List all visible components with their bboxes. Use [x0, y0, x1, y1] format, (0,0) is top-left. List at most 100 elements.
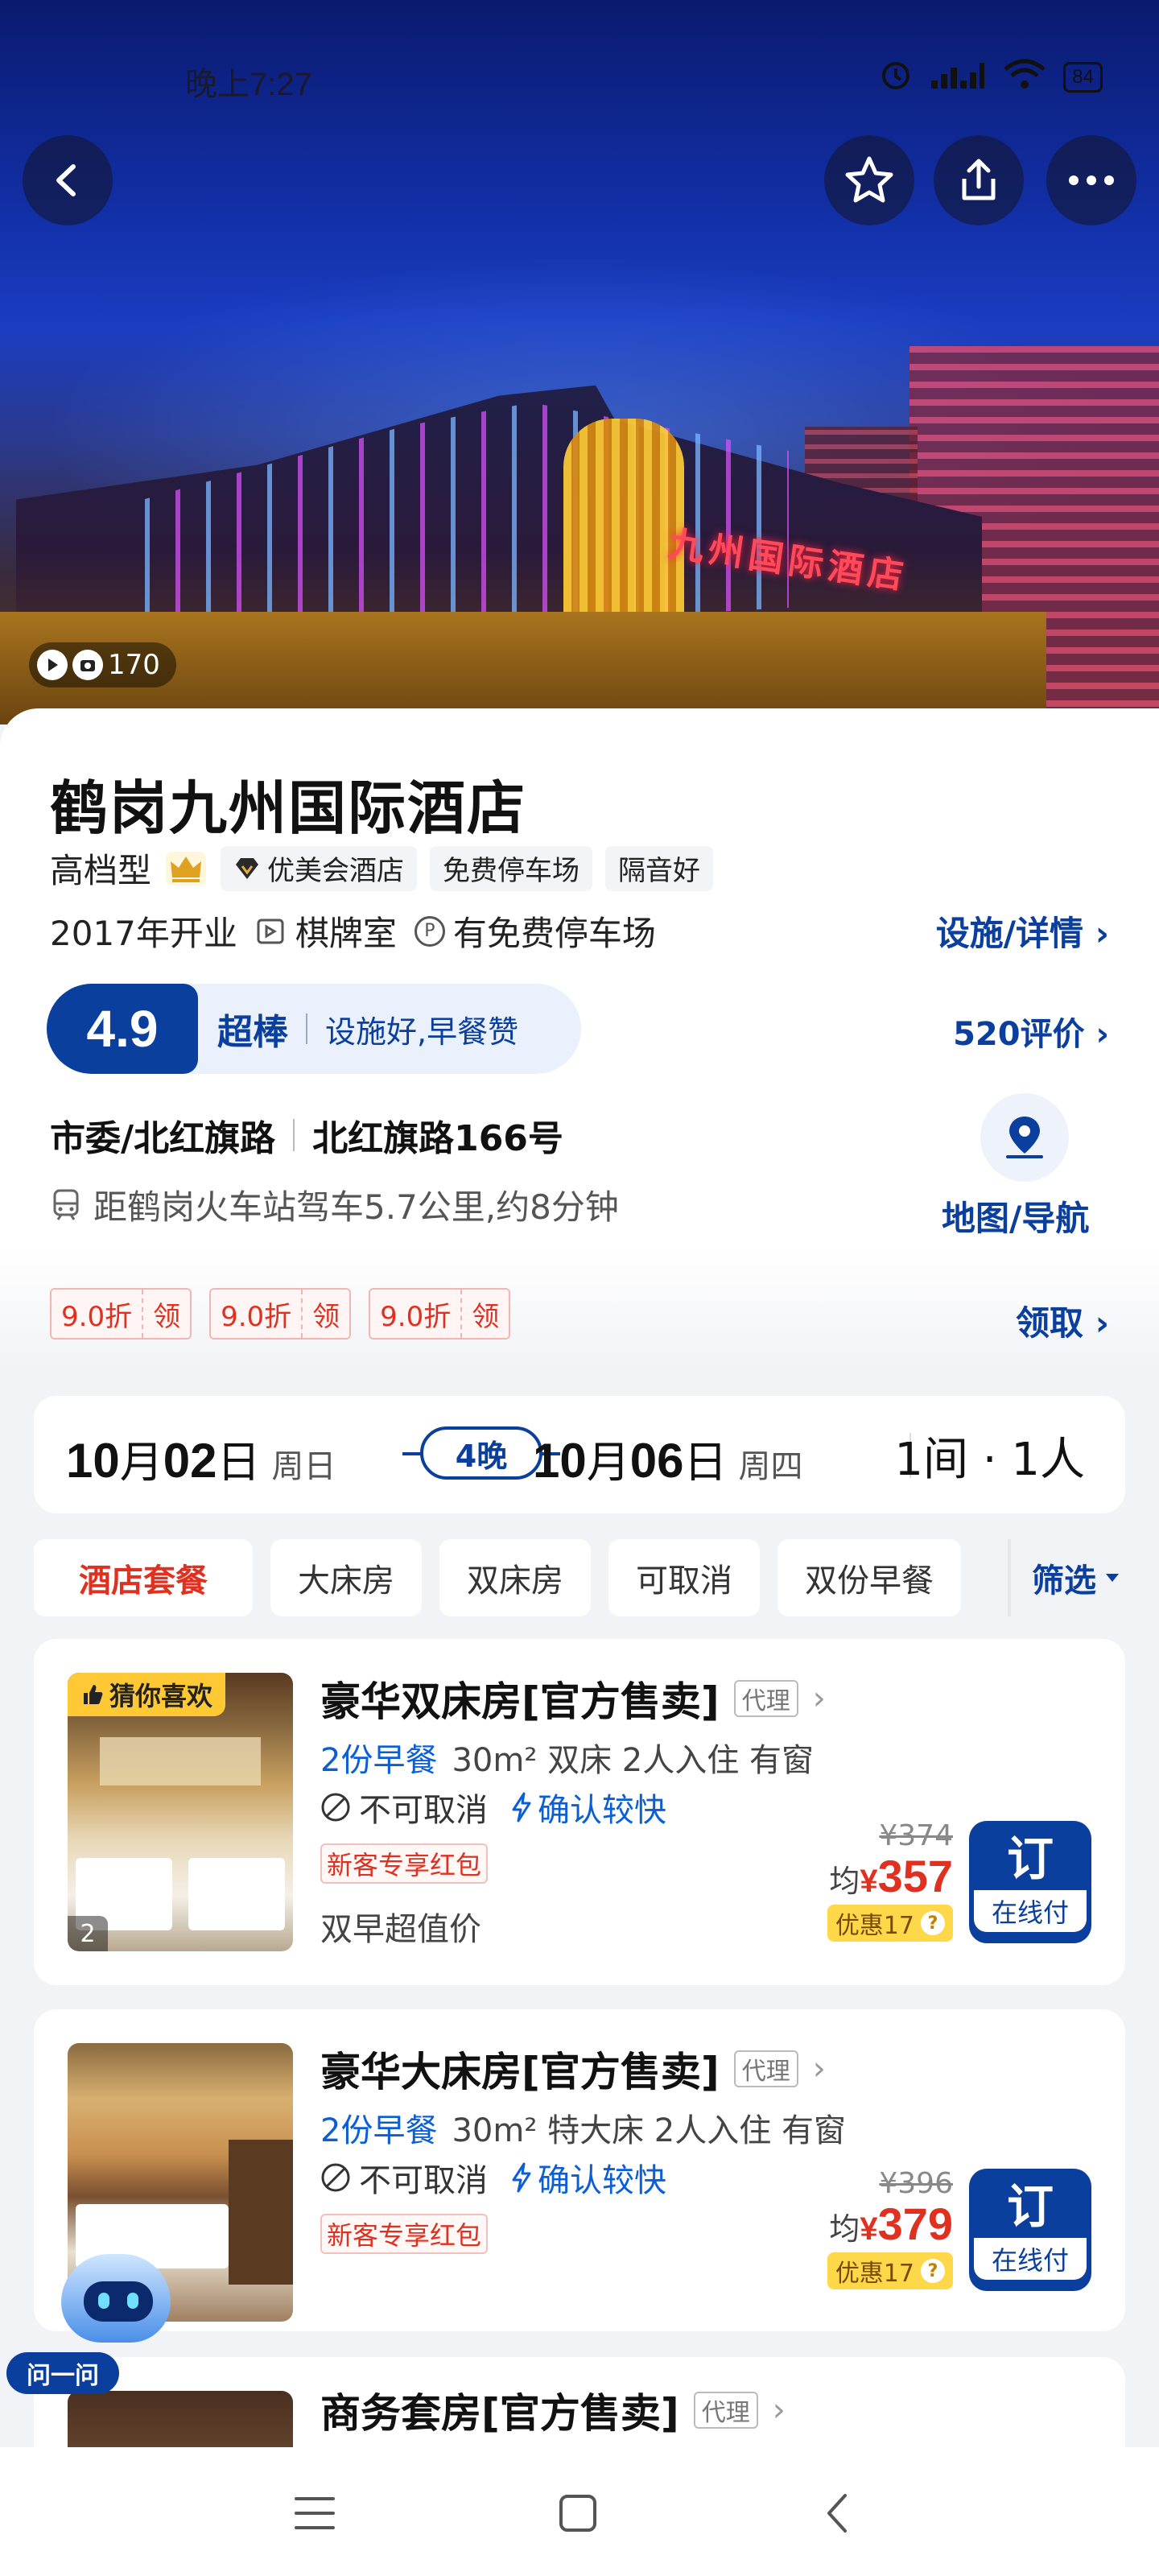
- coupon-list: 9.0折领 9.0折领 9.0折领: [50, 1288, 511, 1340]
- no-cancel-icon: [321, 2163, 350, 2192]
- robot-icon: [61, 2254, 171, 2343]
- lightning-icon: [512, 2162, 531, 2193]
- room-policy: 不可取消 确认较快: [320, 1784, 666, 1831]
- question-icon: ?: [921, 2259, 945, 2283]
- rooms-guests[interactable]: 1间 · 1人: [894, 1423, 1085, 1488]
- back-button[interactable]: [23, 135, 113, 225]
- discount-badge[interactable]: 优惠17?: [827, 2252, 953, 2289]
- original-price: ¥396: [879, 2167, 953, 2200]
- filter-chip-king[interactable]: 大床房: [270, 1539, 422, 1616]
- star-icon: [845, 156, 893, 203]
- more-dots-icon: [1069, 175, 1114, 185]
- room-photo[interactable]: 猜你喜欢 2: [68, 1673, 293, 1951]
- address-area: 市委/北红旗路: [50, 1118, 276, 1159]
- camera-icon: [72, 650, 103, 680]
- room-title[interactable]: 豪华大床房[官方售卖] 代理 ›: [320, 2040, 826, 2098]
- nights-badge: 4晚: [402, 1426, 560, 1480]
- claim-coupons-link[interactable]: 领取 ›: [1016, 1296, 1109, 1345]
- more-button[interactable]: [1046, 135, 1136, 225]
- map-navigation-link[interactable]: 地图/导航: [942, 1191, 1089, 1241]
- photo-count-badge[interactable]: 170: [29, 642, 176, 687]
- agent-tag: 代理: [733, 1680, 798, 1717]
- no-cancel-icon: [321, 1793, 350, 1822]
- current-price: 均¥379: [829, 2198, 953, 2249]
- chevron-right-icon: ›: [812, 2050, 826, 2087]
- question-icon: ?: [921, 1911, 945, 1935]
- recommend-badge: 猜你喜欢: [68, 1673, 226, 1716]
- photo-count: 2: [68, 1916, 108, 1951]
- rating-word: 超棒: [217, 1012, 288, 1053]
- dropdown-icon: [1106, 1574, 1119, 1582]
- thumbs-up-icon: [84, 1685, 103, 1704]
- filter-button[interactable]: 筛选: [1008, 1539, 1159, 1616]
- battery-icon: 84: [1063, 61, 1103, 93]
- book-button[interactable]: 订 在线付: [969, 2169, 1091, 2291]
- room-title[interactable]: 豪华双床房[官方售卖] 代理 ›: [320, 1670, 826, 1728]
- hotel-address: 市委/北红旗路 北红旗路166号: [50, 1109, 563, 1161]
- room-title[interactable]: 商务套房[官方售卖] 代理 ›: [320, 2381, 786, 2439]
- reviews-link[interactable]: 520评价 ›: [953, 1008, 1109, 1055]
- favorite-button[interactable]: [824, 135, 914, 225]
- agent-tag: 代理: [733, 2050, 798, 2087]
- badge-chip[interactable]: 免费停车场: [430, 845, 593, 891]
- assistant-avatar[interactable]: [58, 2254, 175, 2367]
- coupon[interactable]: 9.0折领: [369, 1288, 511, 1340]
- menu-button[interactable]: [293, 2494, 336, 2536]
- share-button[interactable]: [934, 135, 1024, 225]
- coupon[interactable]: 9.0折领: [50, 1288, 192, 1340]
- address-street: 北红旗路166号: [312, 1118, 563, 1159]
- room-card[interactable]: 豪华大床房[官方售卖] 代理 › 2份早餐 30m² 特大床 2人入住 有窗 不…: [34, 2009, 1125, 2331]
- filter-chip-cancellable[interactable]: 可取消: [608, 1539, 760, 1616]
- rating-pill[interactable]: 4.9 超棒 设施好,早餐赞: [47, 984, 581, 1074]
- room-policy: 不可取消 确认较快: [320, 2154, 666, 2201]
- badge-chip[interactable]: 优美会酒店: [221, 845, 418, 891]
- map-button[interactable]: [980, 1093, 1069, 1182]
- room-note: 双早超值价: [320, 1911, 481, 1948]
- promo-tag: 新客专享红包: [320, 1843, 489, 1884]
- system-back-button[interactable]: [821, 2491, 853, 2539]
- room-specs: 2份早餐 30m² 特大床 2人入住 有窗: [320, 2112, 846, 2149]
- hotel-tags: 高档型 优美会酒店 免费停车场 隔音好: [50, 844, 714, 893]
- diamond-heart-icon: [236, 857, 259, 879]
- book-button[interactable]: 订 在线付: [969, 1821, 1091, 1943]
- filter-chip-breakfast[interactable]: 双份早餐: [777, 1539, 961, 1616]
- original-price: ¥374: [879, 1819, 953, 1852]
- bed-shape: [188, 1858, 285, 1930]
- amenity-parking: P 有免费停车场: [414, 906, 656, 956]
- facilities-detail-link[interactable]: 设施/详情 ›: [936, 906, 1109, 956]
- room-filter-bar: 酒店套餐 大床房 双床房 可取消 双份早餐: [34, 1539, 961, 1616]
- checkin-date[interactable]: 10月02日 周日: [66, 1426, 336, 1490]
- home-button[interactable]: [557, 2492, 599, 2537]
- agent-tag: 代理: [693, 2392, 758, 2429]
- coupon[interactable]: 9.0折领: [209, 1288, 352, 1340]
- hotel-name: 鹤岗九州国际酒店: [50, 774, 527, 842]
- chevron-right-icon: ›: [1095, 1016, 1109, 1053]
- chess-room-icon: [257, 919, 284, 943]
- rating-summary: 设施好,早餐赞: [325, 1013, 519, 1050]
- lightning-icon: [512, 1792, 531, 1823]
- status-icons: 84: [878, 56, 1103, 97]
- badge-chip[interactable]: 隔音好: [605, 845, 714, 891]
- checkout-date[interactable]: 10月06日 周四: [533, 1426, 803, 1490]
- discount-badge[interactable]: 优惠17?: [827, 1905, 953, 1942]
- signal-icon: [930, 58, 986, 96]
- promo-tag: 新客专享红包: [320, 2214, 489, 2254]
- room-card[interactable]: 猜你喜欢 2 豪华双床房[官方售卖] 代理 › 2份早餐 30m² 双床 2人入…: [34, 1639, 1125, 1985]
- date-selector[interactable]: 10月02日 周日 4晚 10月06日 周四 1间 · 1人: [34, 1396, 1125, 1513]
- play-icon: [37, 650, 68, 680]
- chevron-right-icon: ›: [1095, 914, 1109, 953]
- wall-art: [100, 1737, 261, 1785]
- assistant-label[interactable]: 问一问: [6, 2352, 119, 2394]
- filter-chip-package[interactable]: 酒店套餐: [34, 1539, 253, 1616]
- hotel-hero-photo[interactable]: 九州国际酒店: [0, 0, 1159, 724]
- photo-count-text: 170: [108, 649, 160, 681]
- amenity-chess: 棋牌室: [255, 906, 397, 956]
- filter-chip-twin[interactable]: 双床房: [439, 1539, 591, 1616]
- alarm-icon: [878, 56, 914, 97]
- home-square-icon: [559, 2495, 596, 2532]
- curtain: [229, 2140, 293, 2285]
- chevron-right-icon: ›: [812, 1680, 826, 1717]
- parking-icon: P: [414, 915, 445, 947]
- hotel-tier: 高档型: [50, 851, 152, 890]
- current-price: 均¥357: [829, 1851, 953, 1901]
